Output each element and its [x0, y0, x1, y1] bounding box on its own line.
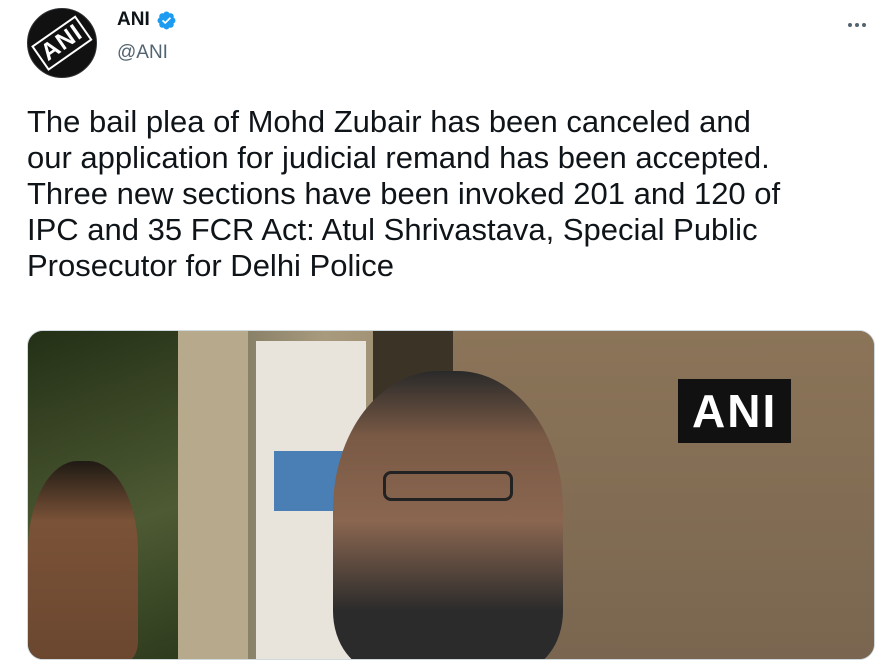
author-name[interactable]: ANI [117, 9, 150, 31]
ani-watermark: ANI [678, 379, 792, 443]
author-handle[interactable]: @ANI [117, 42, 168, 64]
verified-badge-icon [157, 11, 176, 29]
tweet-media-image[interactable]: ANI [27, 330, 875, 660]
speaker-figure [333, 371, 563, 659]
author-name-row: ANI [117, 9, 177, 31]
avatar[interactable]: ANI [27, 8, 97, 78]
more-options-icon[interactable] [848, 18, 874, 32]
bystander-figure [28, 461, 138, 659]
background-pillar [178, 331, 248, 659]
ani-logo: ANI [31, 15, 93, 71]
speaker-glasses [383, 471, 513, 501]
tweet-text: The bail plea of Mohd Zubair has been ca… [27, 104, 781, 283]
